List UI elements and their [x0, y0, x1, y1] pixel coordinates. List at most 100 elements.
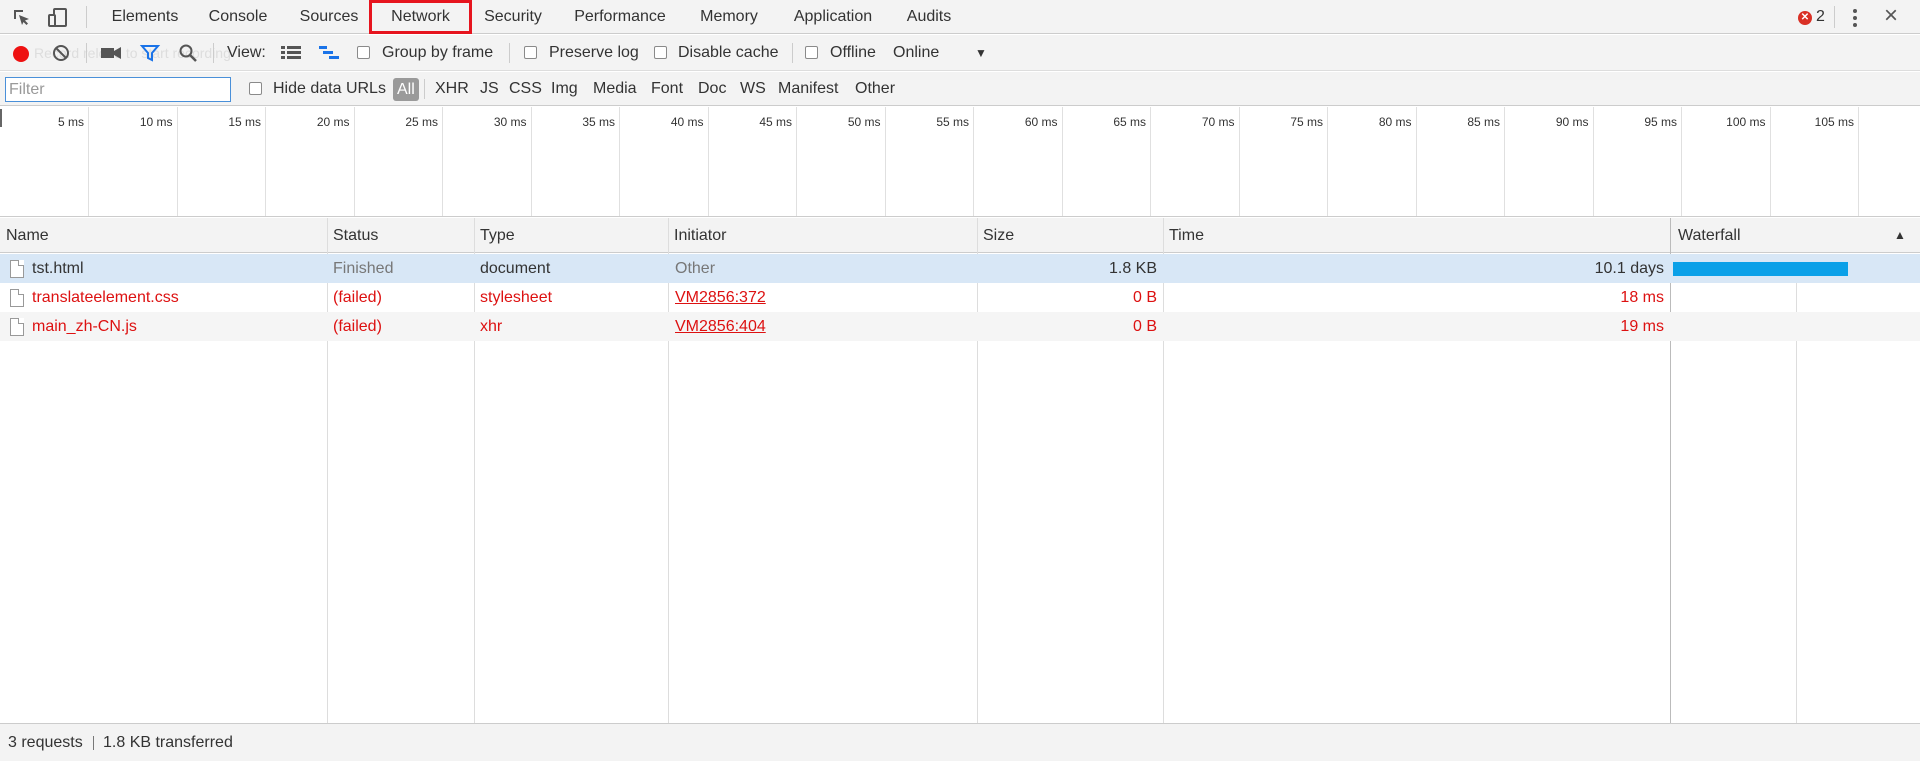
overview-waterfall-icon[interactable]: [318, 43, 340, 63]
type-filter-img[interactable]: Img: [551, 72, 578, 106]
column-header-status[interactable]: Status: [327, 218, 378, 253]
overview-gridline: [1327, 107, 1328, 216]
filter-input[interactable]: [5, 77, 231, 102]
offline-checkbox[interactable]: [805, 46, 818, 59]
hide-data-urls-checkbox[interactable]: [249, 82, 262, 95]
overview-tick-label: 40 ms: [670, 115, 704, 129]
type-filter-all[interactable]: All: [393, 78, 419, 101]
type-filter-js[interactable]: JS: [480, 72, 499, 106]
tab-application[interactable]: Application: [791, 0, 875, 34]
transferred-size: 1.8 KB transferred: [103, 734, 233, 751]
tab-memory[interactable]: Memory: [697, 0, 761, 34]
column-header-initiator[interactable]: Initiator: [668, 218, 726, 253]
table-row[interactable]: translateelement.css (failed) stylesheet…: [0, 283, 1920, 312]
preserve-log-checkbox[interactable]: [524, 46, 537, 59]
close-devtools-icon[interactable]: ×: [1884, 4, 1898, 28]
hide-data-urls-label: Hide data URLs: [273, 80, 386, 97]
inspect-element-icon[interactable]: [12, 8, 32, 28]
type-filter-other[interactable]: Other: [855, 72, 895, 106]
overview-gridline: [1150, 107, 1151, 216]
request-name: main_zh-CN.js: [32, 318, 137, 335]
overview-gridline: [1858, 107, 1859, 216]
capture-screenshots-icon[interactable]: [100, 43, 122, 63]
overview-gridline: [1769, 107, 1771, 216]
tab-security[interactable]: Security: [483, 0, 543, 34]
overview-gridline: [796, 107, 797, 216]
request-initiator-link[interactable]: VM2856:372: [675, 283, 766, 312]
overview-tick-label: 65 ms: [1113, 115, 1146, 129]
type-filter-media[interactable]: Media: [593, 72, 637, 106]
overview-tick-label: 80 ms: [1378, 115, 1412, 129]
status-separator: [93, 736, 94, 750]
overview-gridline: [88, 107, 89, 216]
overview-tick-label: 45 ms: [759, 115, 792, 129]
overview-tick-label: 75 ms: [1290, 115, 1323, 129]
group-by-frame-checkbox[interactable]: [357, 46, 370, 59]
request-initiator-link[interactable]: VM2856:404: [675, 312, 766, 341]
column-header-size[interactable]: Size: [977, 218, 1014, 253]
error-icon: ✕: [1798, 11, 1812, 25]
request-name: tst.html: [32, 260, 84, 277]
view-label: View:: [227, 44, 266, 61]
sort-ascending-icon[interactable]: ▲: [1894, 218, 1906, 253]
column-header-name[interactable]: Name: [0, 218, 49, 253]
tab-console[interactable]: Console: [207, 0, 269, 34]
type-filter-xhr[interactable]: XHR: [435, 72, 469, 106]
overview-gridline: [884, 107, 886, 216]
offline-label: Offline: [830, 44, 876, 61]
type-filter-font[interactable]: Font: [651, 72, 683, 106]
type-filter-doc[interactable]: Doc: [698, 72, 726, 106]
request-status: (failed): [333, 289, 382, 306]
request-type: xhr: [480, 318, 503, 335]
request-size: 0 B: [1132, 289, 1157, 306]
overview-tick-label: 35 ms: [582, 115, 615, 129]
request-size: 0 B: [1132, 318, 1157, 335]
overview-tick-label: 10 ms: [139, 115, 173, 129]
error-counter[interactable]: ✕ 2: [1798, 8, 1825, 28]
tab-sources[interactable]: Sources: [299, 0, 359, 34]
type-filter-ws[interactable]: WS: [740, 72, 766, 106]
overview-gridline: [1592, 107, 1594, 216]
overview-tick-label: 100 ms: [1726, 115, 1766, 129]
toolbar-separator: [213, 43, 214, 63]
overview-tick-label: 90 ms: [1555, 115, 1589, 129]
chevron-down-icon[interactable]: ▼: [975, 35, 987, 71]
record-button[interactable]: [13, 46, 29, 62]
file-icon: [10, 289, 24, 307]
type-filter-css[interactable]: CSS: [509, 72, 542, 106]
overview-tick-label: 15 ms: [228, 115, 261, 129]
clear-icon[interactable]: [50, 43, 72, 63]
table-row[interactable]: main_zh-CN.js (failed) xhr VM2856:404 0 …: [0, 312, 1920, 341]
column-header-waterfall[interactable]: Waterfall: [1672, 218, 1741, 253]
more-options-icon[interactable]: [1851, 8, 1859, 28]
overview-gridline: [442, 107, 443, 216]
overview-gridline: [265, 107, 266, 216]
filter-icon[interactable]: [139, 43, 161, 63]
tab-separator: [86, 6, 87, 28]
request-size: 1.8 KB: [1108, 260, 1157, 277]
overview-tick-label: 55 ms: [936, 115, 969, 129]
network-status-bar: 3 requests 1.8 KB transferred: [0, 723, 1920, 761]
table-row[interactable]: tst.html Finished document Other 1.8 KB …: [0, 254, 1920, 283]
overview-tick-label: 85 ms: [1467, 115, 1500, 129]
tab-elements[interactable]: Elements: [110, 0, 180, 34]
type-filter-manifest[interactable]: Manifest: [778, 72, 838, 106]
disable-cache-checkbox[interactable]: [654, 46, 667, 59]
column-header-type[interactable]: Type: [474, 218, 515, 253]
overview-gridline: [1415, 107, 1417, 216]
request-type: document: [480, 260, 551, 277]
overview-gridline: [176, 107, 178, 216]
column-header-time[interactable]: Time: [1163, 218, 1204, 253]
large-rows-icon[interactable]: [280, 43, 302, 63]
tab-performance[interactable]: Performance: [573, 0, 667, 34]
tab-audits[interactable]: Audits: [905, 0, 953, 34]
device-toolbar-icon[interactable]: [48, 8, 68, 28]
preserve-log-label: Preserve log: [549, 44, 639, 61]
throttling-select[interactable]: Online: [893, 35, 939, 71]
overview-left-handle[interactable]: [0, 109, 2, 127]
tab-network[interactable]: Network: [369, 0, 472, 34]
request-status: Finished: [333, 260, 394, 277]
search-icon[interactable]: [177, 43, 199, 63]
network-overview-timeline[interactable]: 5 ms 10 ms 15 ms 20 ms 25 ms 30 ms 35 ms 40 ms 4…: [0, 107, 1920, 217]
overview-tick-label: 50 ms: [847, 115, 881, 129]
